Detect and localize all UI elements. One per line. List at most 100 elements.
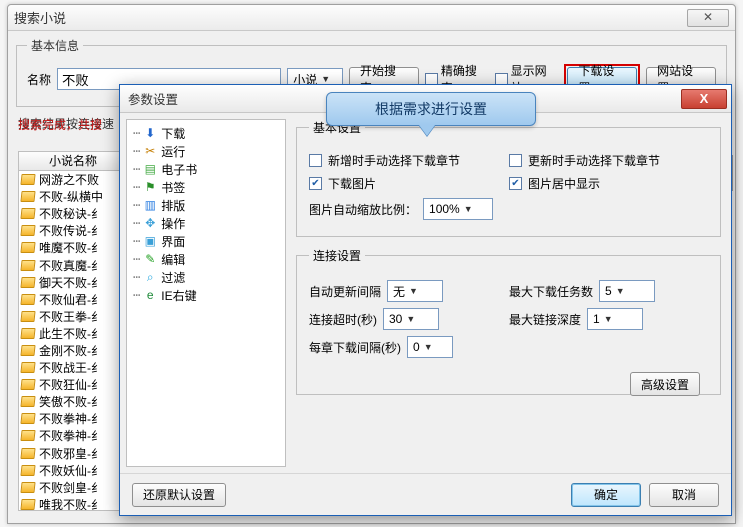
tree-item-ie[interactable]: ⋯ e IE右键 [129, 286, 283, 304]
filter-icon: ⌕ [143, 270, 157, 284]
max-depth-label: 最大链接深度 [509, 311, 581, 328]
image-center-checkbox[interactable]: ✔ 图片居中显示 [509, 175, 699, 192]
list-item-label: 此生不败-纟 [39, 325, 103, 342]
list-item-label: 不败拳神-纟 [39, 410, 103, 427]
layout-icon: ▥ [143, 198, 157, 212]
tree-item-download[interactable]: ⋯⬇下载 [129, 124, 283, 142]
book-icon [20, 345, 35, 356]
parameter-settings-dialog: 参数设置 X ⋯⬇下载⋯✂运行⋯▤电子书⋯⚑书签⋯▥排版⋯✥操作⋯▣界面⋯✎编辑… [119, 84, 732, 516]
book-icon [20, 191, 35, 202]
dialog-close-button[interactable]: X [681, 89, 727, 109]
name-label: 名称 [27, 71, 51, 88]
list-item[interactable]: 不败邪皇-纟 [19, 445, 127, 462]
settings-tree[interactable]: ⋯⬇下载⋯✂运行⋯▤电子书⋯⚑书签⋯▥排版⋯✥操作⋯▣界面⋯✎编辑⋯⌕过滤⋯eI… [126, 119, 286, 467]
hint-callout-text: 根据需求进行设置 [375, 99, 487, 119]
update-manual-label: 更新时手动选择下载章节 [528, 152, 660, 169]
tree-item-ebook[interactable]: ⋯▤电子书 [129, 160, 283, 178]
download-image-checkbox[interactable]: ✔ 下载图片 [309, 175, 499, 192]
list-item[interactable]: 笑傲不败-纟 [19, 393, 127, 410]
list-item[interactable]: 不败拳神-纟 [19, 410, 127, 427]
scale-label: 图片自动缩放比例： [309, 201, 417, 218]
list-item[interactable]: 唯魔不败-纟 [19, 239, 127, 256]
tree-item-run[interactable]: ⋯✂运行 [129, 142, 283, 160]
tree-item-label: 排版 [161, 197, 185, 214]
list-item[interactable]: 不败真魔-纟 [19, 256, 127, 273]
list-item-label: 不败真魔-纟 [39, 257, 103, 274]
list-item[interactable]: 不败仙君-纟 [19, 291, 127, 308]
tree-item-label: 下载 [161, 125, 185, 142]
tree-item-layout[interactable]: ⋯▥排版 [129, 196, 283, 214]
caret-down-icon: ▼ [616, 286, 625, 296]
max-tasks-value: 5 [605, 284, 612, 298]
tree-dots: ⋯ [133, 180, 139, 194]
tree-item-label: 过滤 [161, 269, 185, 286]
tree-item-filter[interactable]: ⋯⌕过滤 [129, 268, 283, 286]
ok-button[interactable]: 确定 [571, 483, 641, 507]
tree-dots: ⋯ [133, 252, 139, 266]
auto-interval-label: 自动更新间隔 [309, 283, 381, 300]
book-icon [20, 499, 35, 510]
list-item[interactable]: 唯我不败-纟 [19, 496, 127, 511]
list-item[interactable]: 不败-纵横中 [19, 188, 127, 205]
list-item[interactable]: 御天不败-纟 [19, 274, 127, 291]
list-item[interactable]: 此生不败-纟 [19, 325, 127, 342]
tree-item-operate[interactable]: ⋯✥操作 [129, 214, 283, 232]
restore-defaults-button[interactable]: 还原默认设置 [132, 483, 226, 507]
list-item[interactable]: 不败妖仙-纟 [19, 462, 127, 479]
update-manual-checkbox[interactable]: 更新时手动选择下载章节 [509, 152, 699, 169]
list-item-label: 金刚不败-纟 [39, 342, 103, 359]
scale-value: 100% [429, 202, 460, 216]
tree-dots: ⋯ [133, 288, 139, 302]
list-item-label: 不败传说-纟 [39, 222, 103, 239]
list-item[interactable]: 不败王拳-纟 [19, 308, 127, 325]
novel-list-body[interactable]: 网游之不败不败-纵横中不败秘诀-纟不败传说-纟唯魔不败-纟不败真魔-纟御天不败-… [18, 171, 128, 511]
list-item[interactable]: 金刚不败-纟 [19, 342, 127, 359]
list-item[interactable]: 不败传说-纟 [19, 222, 127, 239]
advanced-settings-button[interactable]: 高级设置 [630, 372, 700, 396]
dialog-body: ⋯⬇下载⋯✂运行⋯▤电子书⋯⚑书签⋯▥排版⋯✥操作⋯▣界面⋯✎编辑⋯⌕过滤⋯eI… [120, 113, 731, 473]
tree-dots: ⋯ [133, 216, 139, 230]
list-item[interactable]: 网游之不败 [19, 171, 127, 188]
tree-item-label: IE右键 [161, 287, 196, 304]
list-item[interactable]: 不败秘诀-纟 [19, 205, 127, 222]
book-icon [20, 448, 35, 459]
ie-icon: e [143, 288, 157, 302]
novel-list-header[interactable]: 小说名称 [18, 151, 128, 171]
checkbox-box [309, 154, 322, 167]
tree-item-ui[interactable]: ⋯▣界面 [129, 232, 283, 250]
list-item-label: 唯我不败-纟 [39, 496, 103, 511]
book-icon [20, 242, 35, 253]
max-depth-value: 1 [593, 312, 600, 326]
checkbox-box-checked: ✔ [509, 177, 522, 190]
edit-icon: ✎ [143, 252, 157, 266]
list-item[interactable]: 不败剑皇-纟 [19, 479, 127, 496]
cancel-button[interactable]: 取消 [649, 483, 719, 507]
auto-interval-combo[interactable]: 无 ▼ [387, 280, 443, 302]
caret-down-icon: ▼ [424, 342, 433, 352]
scale-combo[interactable]: 100% ▼ [423, 198, 493, 220]
max-depth-combo[interactable]: 1 ▼ [587, 308, 643, 330]
new-manual-checkbox[interactable]: 新增时手动选择下载章节 [309, 152, 499, 169]
hint-callout: 根据需求进行设置 [326, 92, 536, 126]
chapter-interval-value: 0 [413, 340, 420, 354]
tree-item-label: 界面 [161, 233, 185, 250]
chapter-interval-combo[interactable]: 0 ▼ [407, 336, 453, 358]
book-icon [20, 379, 35, 390]
search-status: 搜索完成，共搜 [18, 116, 102, 133]
book-icon [20, 294, 35, 305]
list-item[interactable]: 不败拳神-纟 [19, 427, 127, 444]
main-window-close-button[interactable]: ✕ [687, 9, 729, 27]
max-tasks-combo[interactable]: 5 ▼ [599, 280, 655, 302]
tree-item-bookmark[interactable]: ⋯⚑书签 [129, 178, 283, 196]
main-window-title: 搜索小说 [14, 8, 687, 27]
list-item[interactable]: 不败战王-纟 [19, 359, 127, 376]
list-item-label: 不败仙君-纟 [39, 291, 103, 308]
tree-dots: ⋯ [133, 234, 139, 248]
main-titlebar: 搜索小说 ✕ [8, 5, 735, 31]
list-item[interactable]: 不败狂仙-纟 [19, 376, 127, 393]
timeout-combo[interactable]: 30 ▼ [383, 308, 439, 330]
list-item-label: 不败狂仙-纟 [39, 376, 103, 393]
caret-down-icon: ▼ [409, 286, 418, 296]
bookmark-icon: ⚑ [143, 180, 157, 194]
tree-item-edit[interactable]: ⋯✎编辑 [129, 250, 283, 268]
